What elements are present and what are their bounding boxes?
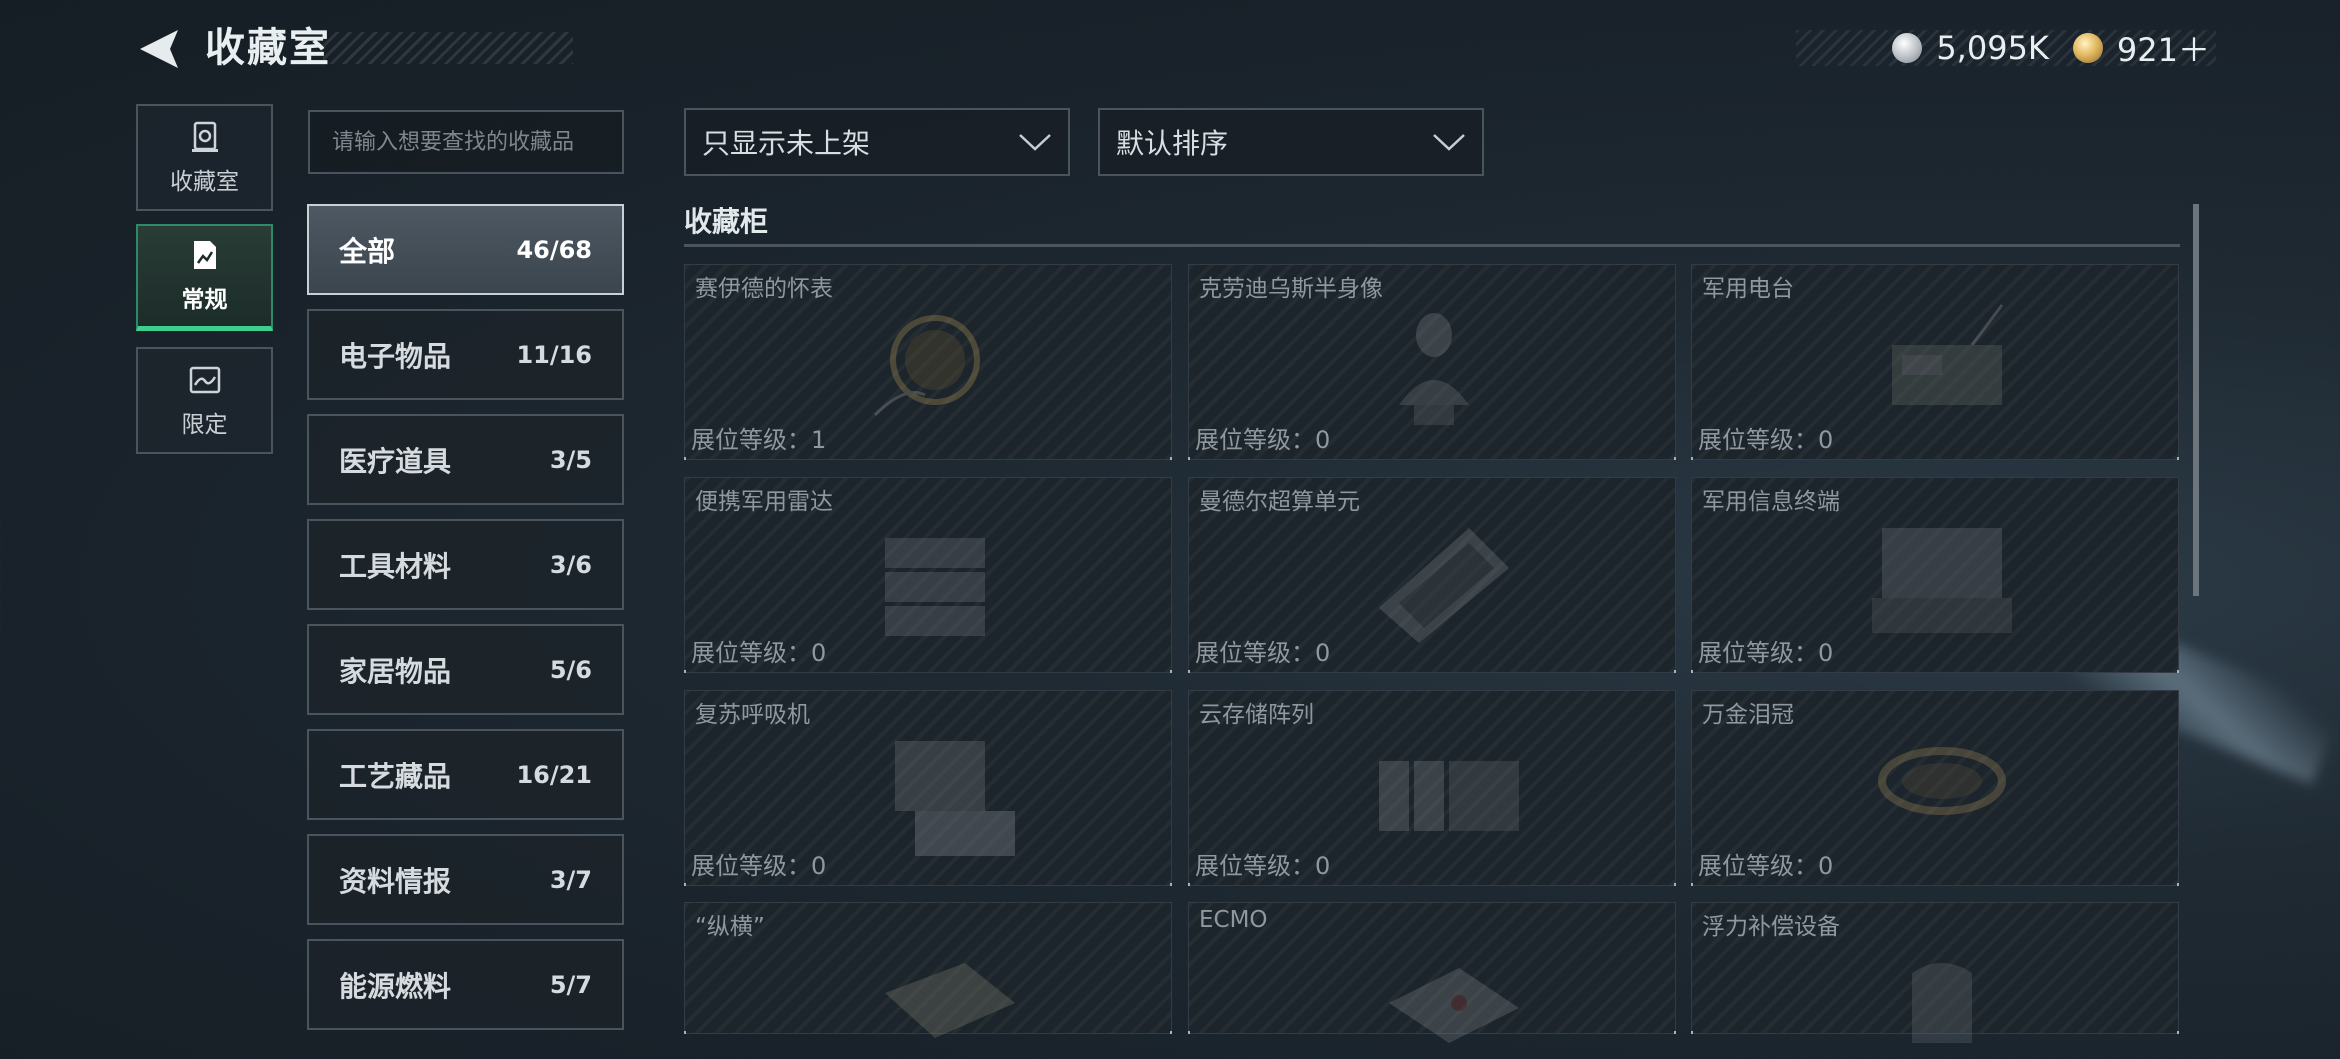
- category-energy[interactable]: 能源燃料 5/7: [307, 939, 624, 1030]
- regular-icon: [193, 241, 216, 269]
- card-level: 展位等级：0: [1195, 639, 1331, 667]
- category-all[interactable]: 全部 46/68: [307, 204, 624, 295]
- category-count: 11/16: [516, 340, 592, 369]
- category-count: 5/6: [549, 655, 592, 684]
- portable-radar-icon: [885, 538, 985, 636]
- collection-card-bust[interactable]: 克劳迪乌斯半身像 展位等级：0: [1188, 264, 1676, 460]
- crown-icon: [1878, 747, 2006, 815]
- gold-coin-icon: [2072, 33, 2103, 63]
- card-name: 浮力补偿设备: [1702, 914, 1840, 940]
- card-level: 展位等级：0: [1698, 852, 1834, 880]
- collection-card-military-terminal[interactable]: 军用信息终端 展位等级：0: [1691, 477, 2179, 673]
- category-name: 资料情报: [339, 864, 452, 898]
- bust-statue-icon: [1399, 313, 1469, 425]
- category-name: 电子物品: [339, 339, 452, 373]
- collection-card-military-radio[interactable]: 军用电台 展位等级：0: [1691, 264, 2179, 460]
- chevron-down-icon: [1433, 134, 1465, 151]
- currency-bar: 5,095K 921＋: [1796, 29, 2216, 69]
- display-filter-label: 只显示未上架: [702, 127, 871, 160]
- card-level: 展位等级：1: [691, 426, 827, 454]
- card-level: 展位等级：0: [691, 639, 827, 667]
- collection-card-portable-radar[interactable]: 便携军用雷达 展位等级：0: [684, 477, 1172, 673]
- display-filter-dropdown[interactable]: 只显示未上架: [684, 108, 1070, 176]
- scrollbar[interactable]: [2193, 204, 2199, 596]
- collection-card-cloud-storage[interactable]: 云存储阵列 展位等级：0: [1188, 690, 1676, 886]
- page-title: 收藏室: [205, 25, 331, 71]
- gold-currency-value[interactable]: 921＋: [2117, 25, 2210, 71]
- section-divider: [684, 244, 2180, 247]
- back-arrow-icon[interactable]: [134, 26, 182, 72]
- limited-icon: [189, 366, 220, 393]
- collection-card-crown[interactable]: 万金泪冠 展位等级：0: [1691, 690, 2179, 886]
- collection-card-supercomputer[interactable]: 曼德尔超算单元 展位等级：0: [1188, 477, 1676, 673]
- category-count: 46/68: [516, 235, 592, 264]
- ecmo-machine-icon: [1389, 968, 1519, 1043]
- header: 收藏室 5,095K 921＋: [0, 0, 2340, 100]
- category-count: 16/21: [516, 760, 592, 789]
- collection-card-ecmo[interactable]: ECMO: [1188, 902, 1676, 1043]
- category-count: 3/5: [549, 445, 592, 474]
- nav-tab-collection-room[interactable]: 收藏室: [136, 104, 273, 211]
- search-input[interactable]: [308, 110, 624, 174]
- buoyancy-device-icon: [1912, 963, 1972, 1043]
- military-terminal-icon: [1872, 528, 2012, 633]
- nav-label-limited: 限定: [181, 411, 228, 438]
- card-level: 展位等级：0: [1698, 639, 1834, 667]
- category-count: 5/7: [549, 970, 592, 999]
- category-household[interactable]: 家居物品 5/6: [307, 624, 624, 715]
- card-name: 云存储阵列: [1199, 702, 1314, 728]
- military-radio-icon: [1892, 304, 2004, 405]
- card-name: 军用电台: [1702, 276, 1794, 302]
- category-name: 医疗道具: [339, 444, 452, 478]
- collection-card-ventilator[interactable]: 复苏呼吸机 展位等级：0: [684, 690, 1172, 886]
- collection-room-icon: [191, 121, 218, 152]
- card-name: 赛伊德的怀表: [695, 276, 833, 302]
- category-count: 3/6: [549, 550, 592, 579]
- card-level: 展位等级：0: [1698, 426, 1834, 454]
- card-name: 曼德尔超算单元: [1199, 489, 1360, 515]
- card-name: “纵横”: [695, 914, 765, 940]
- nav-tab-limited[interactable]: 限定: [136, 347, 273, 454]
- supercomputer-unit-icon: [1379, 528, 1509, 643]
- card-name: 复苏呼吸机: [695, 702, 810, 728]
- section-title: 收藏柜: [684, 205, 769, 238]
- card-level: 展位等级：0: [691, 852, 827, 880]
- category-medical[interactable]: 医疗道具 3/5: [307, 414, 624, 505]
- page-title-wrap: 收藏室: [205, 22, 573, 74]
- collection-card-zongheng[interactable]: “纵横”: [684, 902, 1172, 1038]
- ventilator-icon: [895, 741, 1015, 856]
- category-count: 3/7: [549, 865, 592, 894]
- category-name: 能源燃料: [339, 969, 452, 1003]
- silver-coin-icon: [1892, 33, 1923, 63]
- card-level: 展位等级：0: [1195, 852, 1331, 880]
- category-name: 工艺藏品: [339, 759, 452, 793]
- nav-label-collection-room: 收藏室: [170, 168, 239, 195]
- cloud-storage-array-icon: [1379, 761, 1519, 831]
- chevron-down-icon: [1019, 134, 1051, 151]
- board-game-icon: [885, 963, 1015, 1038]
- title-decoration: [323, 32, 573, 64]
- card-name: 克劳迪乌斯半身像: [1199, 276, 1383, 302]
- category-electronics[interactable]: 电子物品 11/16: [307, 309, 624, 400]
- category-name: 全部: [339, 234, 396, 268]
- card-level: 展位等级：0: [1195, 426, 1331, 454]
- category-name: 家居物品: [339, 654, 452, 688]
- pocket-watch-icon: [873, 315, 980, 417]
- card-name: 军用信息终端: [1702, 489, 1840, 515]
- card-name: 万金泪冠: [1702, 702, 1794, 728]
- card-name: 便携军用雷达: [695, 489, 833, 515]
- sort-label: 默认排序: [1116, 127, 1229, 160]
- collection-card-pocket-watch[interactable]: 赛伊德的怀表 展位等级：1: [684, 264, 1172, 460]
- nav-tab-regular[interactable]: 常规: [136, 224, 273, 331]
- nav-label-regular: 常规: [181, 287, 228, 313]
- sort-dropdown[interactable]: 默认排序: [1098, 108, 1484, 176]
- silver-currency-value: 5,095K: [1936, 29, 2049, 67]
- category-name: 工具材料: [339, 549, 452, 583]
- category-tools[interactable]: 工具材料 3/6: [307, 519, 624, 610]
- category-intel[interactable]: 资料情报 3/7: [307, 834, 624, 925]
- card-name: ECMO: [1199, 907, 1268, 933]
- category-crafts[interactable]: 工艺藏品 16/21: [307, 729, 624, 820]
- collection-card-buoyancy-device[interactable]: 浮力补偿设备: [1691, 902, 2179, 1043]
